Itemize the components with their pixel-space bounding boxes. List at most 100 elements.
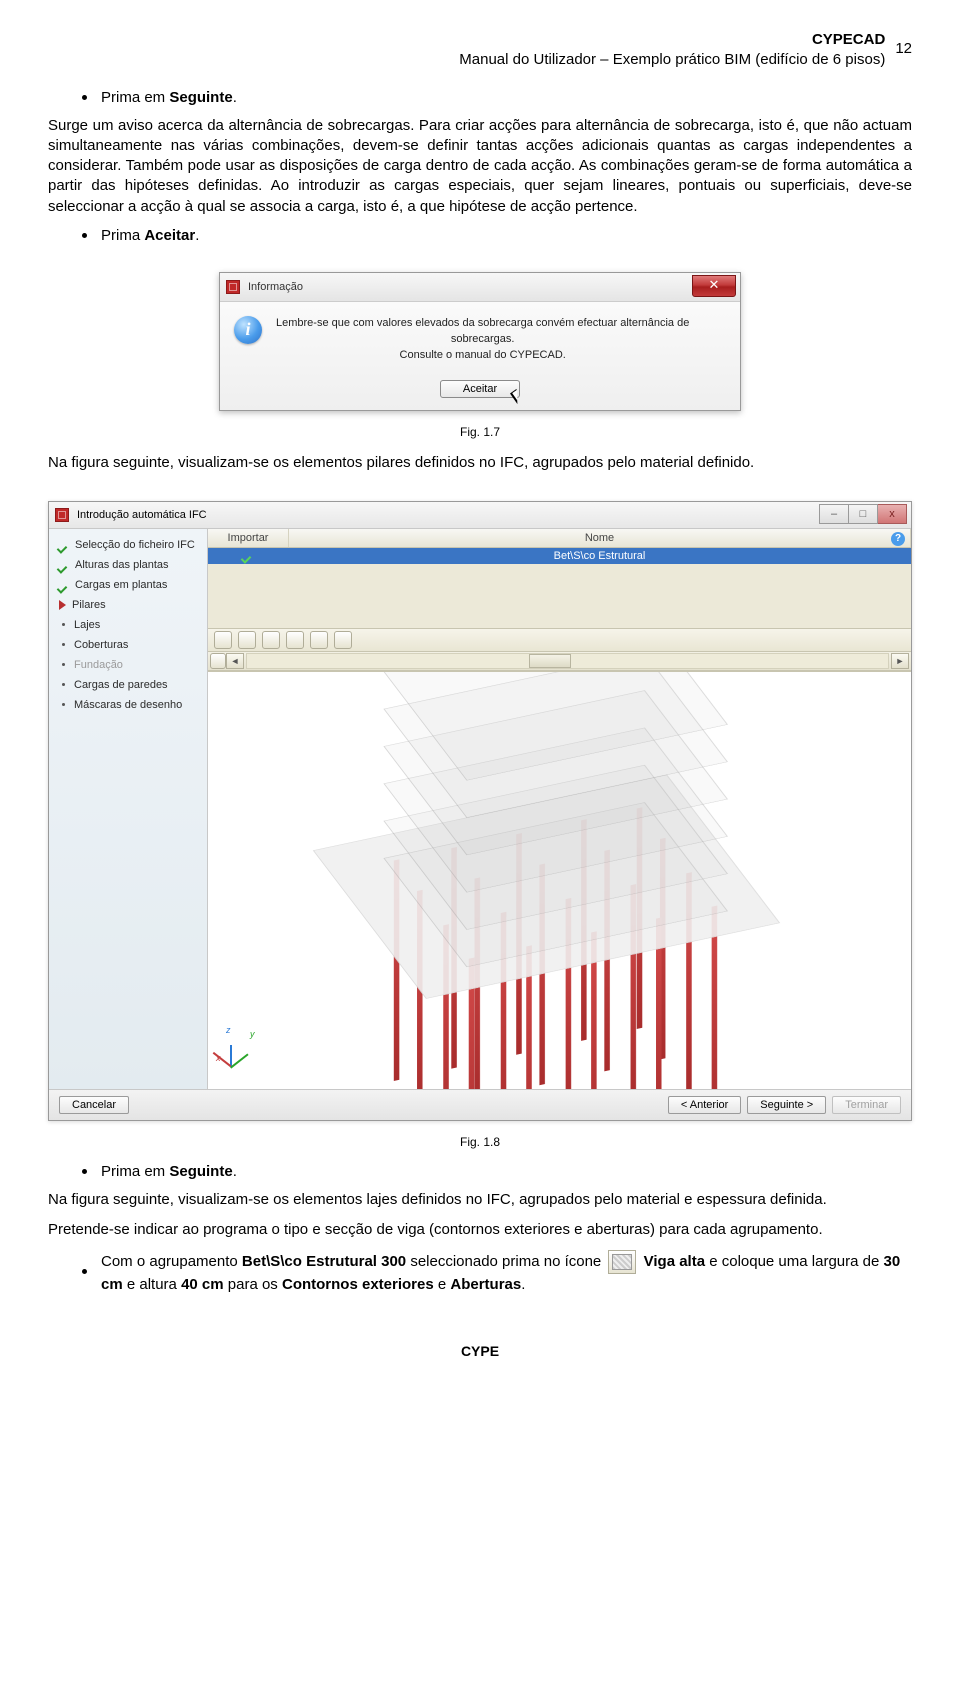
col-importar[interactable]: Importar <box>208 529 289 547</box>
scroll-left-button[interactable]: ◄ <box>226 653 244 669</box>
header-subtitle: Manual do Utilizador – Exemplo prático B… <box>459 50 885 70</box>
maximize-button[interactable]: □ <box>849 504 878 524</box>
wizard-footer: Cancelar < Anterior Seguinte > Terminar <box>49 1089 911 1120</box>
sidebar-item-label: Máscaras de desenho <box>74 699 182 711</box>
bullet-text: . <box>521 1276 525 1293</box>
aceitar-button[interactable]: Aceitar <box>440 380 520 398</box>
dialog-title: Introdução automática IFC <box>77 509 207 521</box>
model-viewport[interactable]: z y x <box>208 671 911 1089</box>
cancelar-button[interactable]: Cancelar <box>59 1096 129 1114</box>
tool-icon[interactable] <box>214 631 232 649</box>
close-button[interactable]: ✕ <box>692 275 736 297</box>
horizontal-scrollbar[interactable]: ◄ ► <box>208 652 911 671</box>
page-header: CYPECAD Manual do Utilizador – Exemplo p… <box>48 30 912 71</box>
tool-icon[interactable] <box>238 631 256 649</box>
bullet-seguinte-1: Prima em Seguinte. <box>82 89 912 106</box>
bullet-bold: Aberturas <box>450 1276 521 1293</box>
anterior-button[interactable]: < Anterior <box>668 1096 741 1114</box>
dot-icon <box>62 623 65 626</box>
bullet-text: seleccionado prima no ícone <box>406 1253 605 1270</box>
tool-icon[interactable] <box>210 653 226 669</box>
bullet-bold: Bet\S\co Estrutural 300 <box>242 1253 406 1270</box>
bullet-text: . <box>233 89 237 106</box>
bullet-text: e <box>434 1276 451 1293</box>
dot-icon <box>62 643 65 646</box>
scroll-thumb[interactable] <box>529 654 571 668</box>
sidebar-item-cargas-paredes[interactable]: Cargas de paredes <box>49 675 207 695</box>
sidebar-item-fundacao: Fundação <box>49 655 207 675</box>
tool-icon[interactable] <box>334 631 352 649</box>
sidebar-item-label: Cargas de paredes <box>74 679 168 691</box>
page-number: 12 <box>895 30 912 57</box>
dialog-title: Informação <box>248 281 303 293</box>
dialog-line: Consulte o manual do CYPECAD. <box>276 348 689 364</box>
dialog-message: Lembre-se que com valores elevados da so… <box>276 316 689 364</box>
sidebar-item-label: Pilares <box>72 599 106 611</box>
bullet-aceitar: Prima Aceitar. <box>82 227 912 244</box>
tool-icon[interactable] <box>310 631 328 649</box>
check-icon <box>243 550 253 560</box>
sidebar-item-label: Coberturas <box>74 639 128 651</box>
dot-icon <box>62 683 65 686</box>
col-nome[interactable]: Nome <box>289 529 911 547</box>
terminar-button: Terminar <box>832 1096 901 1114</box>
app-icon <box>226 280 240 294</box>
seguinte-button[interactable]: Seguinte > <box>747 1096 826 1114</box>
sidebar-item-pilares[interactable]: Pilares <box>49 595 207 615</box>
bullet-text: Prima <box>101 227 144 244</box>
sidebar-item-mascaras[interactable]: Máscaras de desenho <box>49 695 207 715</box>
sidebar-item-lajes[interactable]: Lajes <box>49 615 207 635</box>
bullet-dot-icon <box>82 1169 87 1174</box>
bullet-text: Prima em <box>101 89 169 106</box>
bullet-bold: Seguinte <box>169 1163 232 1180</box>
bullet-bold: Aceitar <box>144 227 195 244</box>
viewport-toolbar <box>208 628 911 652</box>
help-icon[interactable]: ? <box>891 532 905 546</box>
tool-icon[interactable] <box>286 631 304 649</box>
app-icon <box>55 508 69 522</box>
bullet-dot-icon <box>82 233 87 238</box>
sidebar-item-seleccao-ficheiro[interactable]: Selecção do ficheiro IFC <box>49 535 207 555</box>
bullet-text: Prima em <box>101 1163 169 1180</box>
scroll-right-button[interactable]: ► <box>891 653 909 669</box>
cursor-icon <box>510 388 524 403</box>
sidebar-item-coberturas[interactable]: Coberturas <box>49 635 207 655</box>
minimize-button[interactable]: – <box>819 504 849 524</box>
bullet-text: . <box>195 227 199 244</box>
dot-icon <box>62 663 65 666</box>
close-button[interactable]: x <box>878 504 907 524</box>
dialog-line: sobrecargas. <box>276 332 689 348</box>
paragraph: Surge um aviso acerca da alternância de … <box>48 116 912 217</box>
paragraph: Na figura seguinte, visualizam-se os ele… <box>48 1190 912 1210</box>
bullet-bold: 40 cm <box>181 1276 224 1293</box>
dot-icon <box>62 703 65 706</box>
footer-brand: CYPE <box>48 1343 912 1359</box>
bullet-text: e coloque uma largura de <box>705 1253 883 1270</box>
sidebar-item-label: Fundação <box>74 659 123 671</box>
paragraph: Pretende-se indicar ao programa o tipo e… <box>48 1220 912 1240</box>
bullet-text: e altura <box>123 1276 181 1293</box>
bullet-text: . <box>233 1163 237 1180</box>
check-icon <box>59 580 69 590</box>
axes-gizmo: z y x <box>226 1031 266 1071</box>
info-icon: i <box>234 316 262 344</box>
button-label: Aceitar <box>463 383 497 395</box>
dialog-titlebar[interactable]: Introdução automática IFC – □ x <box>49 502 911 529</box>
bullet-bold: Viga alta <box>644 1253 705 1270</box>
dialog-titlebar[interactable]: Informação ✕ <box>220 273 740 302</box>
sidebar-item-label: Cargas em plantas <box>75 579 167 591</box>
table-row[interactable]: Bet\S\co Estrutural <box>208 548 911 564</box>
sidebar-item-alturas[interactable]: Alturas das plantas <box>49 555 207 575</box>
sidebar-item-label: Alturas das plantas <box>75 559 169 571</box>
bullet-agrupamento: Com o agrupamento Bet\S\co Estrutural 30… <box>82 1250 912 1297</box>
bullet-dot-icon <box>82 95 87 100</box>
sidebar-item-cargas-plantas[interactable]: Cargas em plantas <box>49 575 207 595</box>
scroll-track[interactable] <box>246 653 889 669</box>
tool-icon[interactable] <box>262 631 280 649</box>
figure-caption: Fig. 1.8 <box>48 1135 912 1149</box>
triangle-icon <box>59 600 66 610</box>
paragraph: Na figura seguinte, visualizam-se os ele… <box>48 453 912 473</box>
header-title: CYPECAD <box>459 30 885 50</box>
dialog-introducao-ifc: Introdução automática IFC – □ x Selecção… <box>48 501 912 1121</box>
wizard-main: Importar Nome ? Bet\S\co Estrutural <box>208 529 911 1089</box>
